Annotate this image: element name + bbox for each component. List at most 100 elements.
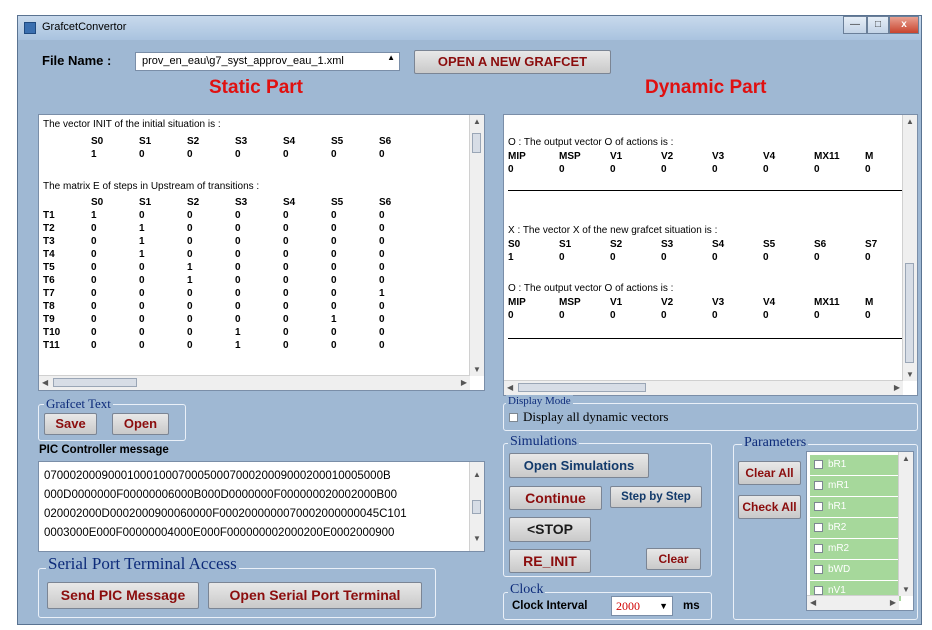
- table-row: T5 0 0 1 0 0 0 0: [43, 261, 427, 274]
- parameter-checkbox[interactable]: [814, 502, 823, 511]
- parameter-item[interactable]: bR1: [810, 455, 901, 475]
- table-cell: 0: [91, 301, 97, 312]
- save-button[interactable]: Save: [44, 413, 97, 435]
- table-cell: 0: [559, 164, 565, 175]
- table-cell: 0: [283, 288, 289, 299]
- static-vscroll[interactable]: ▲ ▼: [469, 115, 484, 376]
- open-button[interactable]: Open: [112, 413, 169, 435]
- row-label: T11: [43, 340, 60, 351]
- table-cell: 1: [331, 314, 337, 325]
- table-cell: 0: [283, 210, 289, 221]
- table-cell: 1: [508, 252, 514, 263]
- table-cell: 0: [283, 301, 289, 312]
- table-cell: 0: [763, 252, 769, 263]
- column-header: S0: [91, 136, 104, 147]
- table-cell: 1: [235, 327, 241, 338]
- table-cell: 0: [91, 314, 97, 325]
- parameter-label: bR2: [828, 522, 847, 533]
- step-by-step-button[interactable]: Step by Step: [610, 486, 702, 508]
- row-label: T7: [43, 288, 55, 299]
- pic-line: 020002000D0002000900060000F0002000000070…: [44, 508, 407, 520]
- table-cell: 0: [187, 288, 193, 299]
- x-heading: X : The vector X of the new grafcet situ…: [508, 225, 718, 236]
- parameter-checkbox[interactable]: [814, 544, 823, 553]
- open-new-grafcet-button[interactable]: OPEN A NEW GRAFCET: [414, 50, 611, 74]
- table-cell: 0: [331, 210, 337, 221]
- table-cell: 0: [139, 301, 145, 312]
- column-header: S4: [712, 239, 725, 250]
- table-cell: 0: [235, 149, 241, 160]
- table-cell: 0: [91, 288, 97, 299]
- dynamic-panel[interactable]: O : The output vector O of actions is : …: [503, 114, 918, 396]
- column-header: V2: [661, 151, 674, 162]
- clock-interval-select[interactable]: 2000 ▼: [611, 596, 673, 616]
- table-cell: 0: [508, 310, 514, 321]
- pic-vscroll[interactable]: ▲ ▼: [469, 462, 484, 551]
- table-cell: 0: [283, 262, 289, 273]
- clock-interval-label: Clock Interval: [512, 600, 588, 612]
- pic-line: 0003000E000F00000004000E000F000000002000…: [44, 527, 395, 539]
- column-header: MIP: [508, 151, 526, 162]
- dynamic-vscroll[interactable]: ▲ ▼: [902, 115, 917, 381]
- close-button[interactable]: x: [889, 16, 919, 34]
- matrix-heading: The matrix E of steps in Upstream of tra…: [43, 181, 260, 192]
- reinit-button[interactable]: RE_INIT: [509, 549, 591, 573]
- table-cell: 0: [283, 149, 289, 160]
- o-table-2: MIP MSP V1 V2 V3 V4 MX11 M 0 0 0 0 0 0 0 0: [508, 296, 916, 322]
- table-cell: 0: [331, 275, 337, 286]
- parameter-checkbox[interactable]: [814, 565, 823, 574]
- open-serial-terminal-button[interactable]: Open Serial Port Terminal: [208, 582, 422, 609]
- table-cell: 1: [139, 249, 145, 260]
- parameter-item[interactable]: mR1: [810, 476, 901, 496]
- open-simulations-button[interactable]: Open Simulations: [509, 453, 649, 478]
- parameter-checkbox[interactable]: [814, 523, 823, 532]
- column-header: S5: [331, 136, 344, 147]
- pic-message-box[interactable]: 0700020009000100010007000500070002000900…: [38, 461, 485, 552]
- spin-icon[interactable]: ▲: [387, 53, 395, 62]
- table-cell: 0: [712, 310, 718, 321]
- parameter-item[interactable]: bWD: [810, 560, 901, 580]
- init-table: S0 S1 S2 S3 S4 S5 S6 1 0 0 0 0 0 0: [43, 135, 427, 161]
- table-cell: 0: [379, 301, 385, 312]
- params-hscroll[interactable]: ◀ ▶: [807, 595, 899, 610]
- parameters-list[interactable]: bR1 mR1 hR1 bR2 mR2 bWD nV1 ▲ ▼ ◀ ▶: [806, 451, 914, 611]
- file-name-value: prov_en_eau\g7_syst_approv_eau_1.xml: [142, 55, 344, 67]
- dynamic-part-title: Dynamic Part: [645, 77, 767, 98]
- table-row: T3 0 1 0 0 0 0 0: [43, 235, 427, 248]
- column-header: V4: [763, 151, 776, 162]
- check-all-button[interactable]: Check All: [738, 495, 801, 519]
- row-label: T3: [43, 236, 55, 247]
- table-cell: 0: [139, 340, 145, 351]
- continue-button[interactable]: Continue: [509, 486, 602, 510]
- table-cell: 0: [379, 340, 385, 351]
- parameter-item[interactable]: mR2: [810, 539, 901, 559]
- clear-button[interactable]: Clear: [646, 548, 701, 570]
- maximize-button[interactable]: □: [867, 16, 889, 34]
- table-cell: 0: [283, 275, 289, 286]
- minimize-button[interactable]: —: [843, 16, 867, 34]
- parameter-item[interactable]: bR2: [810, 518, 901, 538]
- parameter-checkbox[interactable]: [814, 460, 823, 469]
- parameter-checkbox[interactable]: [814, 481, 823, 490]
- column-header: MX11: [814, 151, 840, 162]
- table-row: T11 0 0 0 1 0 0 0: [43, 339, 427, 352]
- table-cell: 0: [139, 210, 145, 221]
- static-panel[interactable]: The vector INIT of the initial situation…: [38, 114, 485, 391]
- parameter-checkbox[interactable]: [814, 586, 823, 595]
- stop-button[interactable]: <STOP: [509, 517, 591, 542]
- send-pic-message-button[interactable]: Send PIC Message: [47, 582, 199, 609]
- table-cell: 0: [379, 249, 385, 260]
- table-cell: 0: [187, 249, 193, 260]
- column-header: S0: [91, 197, 104, 208]
- display-all-checkbox[interactable]: [509, 413, 518, 422]
- file-name-combo[interactable]: prov_en_eau\g7_syst_approv_eau_1.xml ▲: [135, 52, 400, 71]
- column-header: V1: [610, 151, 623, 162]
- clear-all-button[interactable]: Clear All: [738, 461, 801, 485]
- table-cell: 0: [235, 223, 241, 234]
- static-hscroll[interactable]: ◀ ▶: [39, 375, 470, 390]
- dynamic-hscroll[interactable]: ◀ ▶: [504, 380, 903, 395]
- table-cell: 0: [139, 275, 145, 286]
- parameter-item[interactable]: hR1: [810, 497, 901, 517]
- params-vscroll[interactable]: ▲ ▼: [898, 452, 913, 596]
- table-cell: 0: [331, 301, 337, 312]
